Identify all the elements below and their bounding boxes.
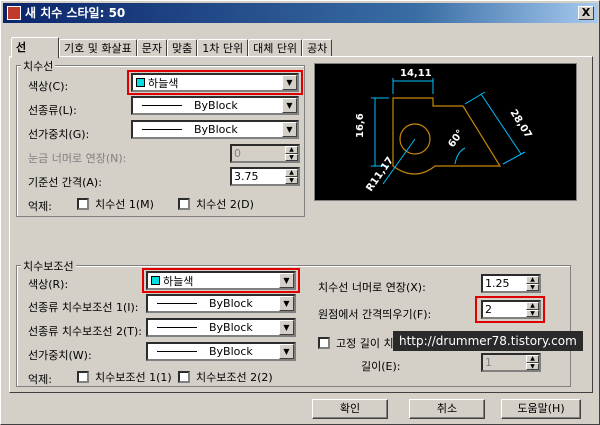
ext1-linetype-label: 선종류 치수보조선 1(I): [28,301,139,314]
preview-dim-angle: 60° [446,128,466,150]
extend-beyond-label: 치수선 너머로 연장(X): [318,281,426,294]
spin-down-icon[interactable]: ▼ [285,176,298,184]
dim-linetype-label: 선종류(L): [28,104,77,117]
dim-suppress-label: 억제: [28,200,52,213]
checkbox-box[interactable] [77,198,89,210]
preview-dim-left: 16,6 [355,113,366,138]
line-sample [157,327,197,328]
suppress-ext1-label: 치수보조선 1(1) [95,371,172,384]
chevron-down-icon[interactable]: ▼ [279,344,294,359]
dim-linetype-value: ByBlock [194,99,238,112]
spin-down-icon[interactable]: ▼ [526,283,539,291]
checkbox-box[interactable] [318,337,330,349]
cancel-button[interactable]: 취소 [409,399,485,419]
preview-part-outline [392,97,502,175]
chevron-down-icon[interactable]: ▼ [282,122,297,137]
close-button[interactable]: X [578,6,594,20]
extend-beyond-spinner[interactable]: 1.25 ▲ ▼ [481,274,541,293]
ext1-linetype-select[interactable]: ByBlock ▼ [146,294,296,313]
ext-suppress-label: 억제: [28,373,52,386]
highlight-box [127,70,303,95]
checkbox-box[interactable] [178,371,190,383]
ext1-linetype-value: ByBlock [209,297,253,310]
checkbox-box[interactable] [77,371,89,383]
fixed-length-checkbox[interactable]: 고정 길이 치 [318,335,394,351]
baseline-spacing-label: 기준선 간격(A): [28,176,102,189]
part-outline [392,97,502,175]
suppress-dim2-label: 치수선 2(D) [196,198,254,211]
suppress-ext2-checkbox[interactable]: 치수보조선 2(2) [178,369,273,385]
suppress-dim1-checkbox[interactable]: 치수선 1(M) [77,196,154,212]
tab-symbols-arrows[interactable]: 기호 및 화살표 [59,39,137,57]
highlight-box [142,268,300,293]
window-title: 새 치수 스타일: 50 [25,6,126,20]
tab-alternate-units[interactable]: 대체 단위 [248,39,303,57]
title-bar: 새 치수 스타일: 50 X [3,3,598,23]
spin-down-icon[interactable]: ▼ [526,362,539,370]
extend-beyond-value[interactable]: 1.25 [483,276,526,291]
spin-up-icon[interactable]: ▲ [285,146,298,154]
ext-lineweight-value: ByBlock [209,345,253,358]
dialog-window: 새 치수 스타일: 50 X 선 기호 및 화살표 문자 맞춤 1차 단위 대체… [0,0,600,425]
suppress-ext1-checkbox[interactable]: 치수보조선 1(1) [77,369,172,385]
line-sample [157,303,197,304]
preview-dim-radius: R11,17 [364,155,396,194]
dim-lineweight-value: ByBlock [194,123,238,136]
help-button[interactable]: 도움말(H) [501,399,581,419]
ext2-linetype-select[interactable]: ByBlock ▼ [146,318,296,337]
watermark: http://drummer78.tistory.com [393,331,583,351]
preview-dim-lines [371,78,526,185]
line-sample [157,351,197,352]
highlight-box [475,296,545,323]
dim-lines-legend: 치수선 [21,58,56,74]
ext-color-label: 색상(R): [28,278,69,291]
tab-bar: 선 기호 및 화살표 문자 맞춤 1차 단위 대체 단위 공차 [11,37,333,58]
chevron-down-icon[interactable]: ▼ [282,98,297,113]
suppress-ext2-label: 치수보조선 2(2) [196,371,273,384]
length-label: 길이(E): [361,360,401,373]
dim-linetype-select[interactable]: ByBlock ▼ [131,96,299,115]
spin-up-icon[interactable]: ▲ [526,276,539,284]
chevron-down-icon[interactable]: ▼ [279,320,294,335]
chevron-down-icon[interactable]: ▼ [279,296,294,311]
length-spinner[interactable]: 1 ▲ ▼ [481,353,541,372]
checkbox-box[interactable] [178,198,190,210]
preview-drawing: 14,11 16,6 28,07 60° R11,17 [355,68,534,194]
app-icon [7,6,21,20]
baseline-spacing-spinner[interactable]: 3.75 ▲ ▼ [230,167,300,186]
preview-dim-right: 28,07 [507,108,533,141]
tab-lines[interactable]: 선 [11,37,59,58]
fixed-length-label: 고정 길이 치 [336,337,394,350]
length-value: 1 [485,356,492,369]
spin-up-icon[interactable]: ▲ [285,169,298,177]
spin-up-icon[interactable]: ▲ [526,355,539,363]
ext-lineweight-label: 선가중치(W): [28,349,92,362]
extend-ticks-label: 눈금 너머로 연장(N): [28,152,127,165]
preview-dim-top: 14,11 [400,68,432,79]
tab-fit[interactable]: 맞춤 [166,39,198,57]
spin-down-icon[interactable]: ▼ [285,153,298,161]
suppress-dim2-checkbox[interactable]: 치수선 2(D) [178,196,254,212]
extend-ticks-value: 0 [234,147,241,160]
tab-primary-units[interactable]: 1차 단위 [197,39,249,57]
ok-button[interactable]: 확인 [312,399,388,419]
dim-lineweight-select[interactable]: ByBlock ▼ [131,120,299,139]
offset-origin-label: 원점에서 간격띄우기(F): [318,308,432,321]
preview-pane: 14,11 16,6 28,07 60° R11,17 [314,63,577,201]
tab-tolerances[interactable]: 공차 [302,39,333,57]
extend-ticks-spinner[interactable]: 0 ▲ ▼ [230,144,300,163]
line-sample [142,105,182,106]
ext2-linetype-value: ByBlock [209,321,253,334]
baseline-spacing-value[interactable]: 3.75 [232,169,285,184]
line-sample [142,129,182,130]
suppress-dim1-label: 치수선 1(M) [95,198,154,211]
ext-lines-legend: 치수보조선 [21,258,76,274]
ext2-linetype-label: 선종류 치수보조선 2(T): [28,325,142,338]
ext-lineweight-select[interactable]: ByBlock ▼ [146,342,296,361]
dim-lineweight-label: 선가중치(G): [28,128,90,141]
dim-color-label: 색상(C): [28,80,69,93]
tab-text[interactable]: 문자 [136,39,167,57]
